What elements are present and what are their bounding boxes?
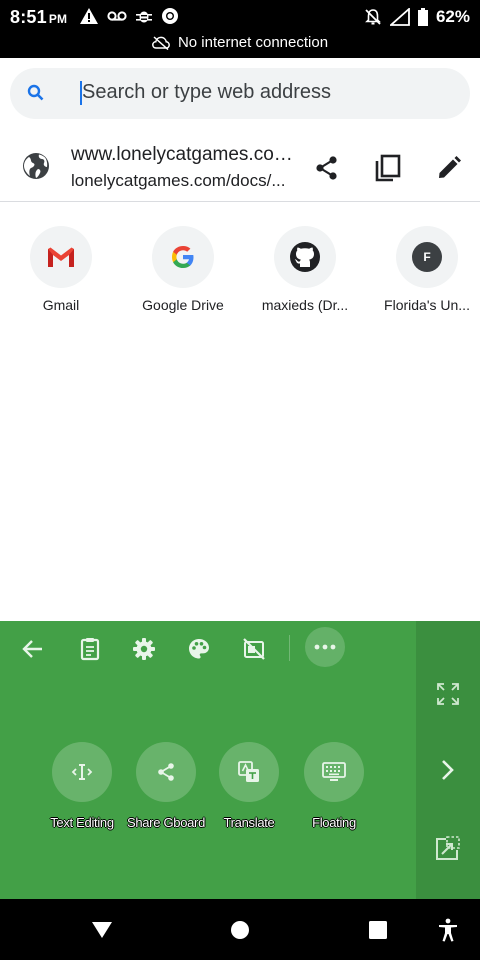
voicemail-icon <box>107 11 127 21</box>
pencil-icon <box>439 156 461 178</box>
chrome-icon <box>162 8 178 24</box>
next-page-button[interactable] <box>430 752 466 788</box>
keyboard-icon <box>322 762 346 781</box>
edit-button[interactable] <box>431 150 467 186</box>
clipboard-icon <box>80 638 100 661</box>
palette-icon <box>189 639 209 659</box>
tool-translate[interactable]: Translate <box>204 742 294 830</box>
share-icon <box>316 156 337 180</box>
notifications-muted-icon <box>365 9 381 25</box>
back-button[interactable] <box>16 635 48 663</box>
offline-text: No internet connection <box>177 34 329 51</box>
shortcut-floridas-un[interactable]: F Florida's Un... <box>366 226 480 313</box>
tool-icon-circle <box>219 742 279 802</box>
github-icon <box>290 242 320 272</box>
offline-banner: No internet connection <box>0 34 480 51</box>
arrow-back-icon <box>22 640 42 658</box>
clipboard-button[interactable] <box>74 635 106 663</box>
tool-label: Floating <box>312 815 356 830</box>
google-icon <box>172 246 194 268</box>
one-handed-button[interactable] <box>238 635 270 663</box>
nav-back-icon <box>92 922 112 938</box>
tool-icon-circle <box>52 742 112 802</box>
shortcut-maxieds[interactable]: maxieds (Dr... <box>244 226 366 313</box>
toolbar-divider <box>289 635 290 661</box>
shortcut-gmail[interactable]: Gmail <box>0 226 122 313</box>
theme-button[interactable] <box>183 635 215 663</box>
page-url: lonelycatgames.com/docs/... <box>71 171 286 190</box>
status-bar: 8:51 PM 62% No internet connection <box>0 0 480 58</box>
shortcut-icon-circle <box>152 226 214 288</box>
globe-icon <box>21 151 51 186</box>
gboard-keyboard: Text Editing Share Gboard Translate Floa… <box>0 621 480 899</box>
tool-label: Text Editing <box>50 815 114 830</box>
mirror-off-icon <box>243 638 265 660</box>
copy-button[interactable] <box>370 150 406 186</box>
battery-percent: 62% <box>435 7 470 26</box>
navigation-bar <box>0 899 480 960</box>
keyboard-side-panel <box>416 621 480 899</box>
shortcut-label: Google Drive <box>142 297 224 313</box>
gear-icon <box>133 638 155 660</box>
omnibox[interactable]: Search or type web address <box>10 68 470 119</box>
shortcut-google-drive[interactable]: Google Drive <box>122 226 244 313</box>
warning-icon <box>80 8 98 24</box>
tool-label: Share Gboard <box>126 815 206 830</box>
chevron-right-icon <box>442 760 454 780</box>
share-icon <box>158 763 174 781</box>
shortcut-icon-circle <box>274 226 336 288</box>
tool-share-gboard[interactable]: Share Gboard <box>121 742 211 830</box>
fullscreen-button[interactable] <box>430 676 466 712</box>
tool-label: Translate <box>223 815 275 830</box>
tool-icon-circle <box>304 742 364 802</box>
open-in-new-icon <box>436 836 460 860</box>
tool-floating[interactable]: Floating <box>289 742 379 830</box>
accessibility-button[interactable] <box>432 914 464 946</box>
copy-icon <box>375 154 401 182</box>
gmail-icon <box>48 247 74 267</box>
letter-f-text: F <box>423 250 431 264</box>
shortcut-label: Gmail <box>42 297 80 313</box>
notification-icons <box>80 6 179 26</box>
status-time: 8:51 PM <box>10 7 68 27</box>
letter-f-icon: F <box>412 242 442 272</box>
search-icon <box>26 83 46 108</box>
status-ampm: PM <box>48 12 68 26</box>
nav-recents-icon <box>369 921 387 939</box>
search-input[interactable]: Search or type web address <box>82 81 331 104</box>
cloud-off-icon <box>151 35 170 50</box>
tool-icon-circle <box>136 742 196 802</box>
nav-back-button[interactable] <box>86 914 118 946</box>
nav-home-button[interactable] <box>224 914 256 946</box>
shortcut-icon-circle <box>30 226 92 288</box>
settings-button[interactable] <box>128 635 160 663</box>
nav-recents-button[interactable] <box>362 914 394 946</box>
share-button[interactable] <box>309 150 345 186</box>
nav-home-icon <box>231 921 249 939</box>
shortcut-label: Florida's Un... <box>384 297 470 313</box>
current-page-info[interactable]: www.lonelycatgames.com/docs/... lonelyca… <box>0 136 480 202</box>
shortcut-label: maxieds (Dr... <box>261 297 349 313</box>
tool-text-editing[interactable]: Text Editing <box>37 742 127 830</box>
text-cursor-icon <box>71 764 93 780</box>
shortcut-icon-circle: F <box>396 226 458 288</box>
accessibility-icon <box>439 918 457 942</box>
page-title: www.lonelycatgames.com/docs/... <box>71 144 296 165</box>
bug-icon <box>136 11 152 23</box>
pop-out-button[interactable] <box>430 830 466 866</box>
more-options-button[interactable] <box>305 627 345 667</box>
expand-icon <box>437 683 459 705</box>
translate-icon <box>238 761 259 782</box>
signal-icon <box>389 8 410 26</box>
battery-icon <box>417 8 428 26</box>
system-icons: 62% <box>364 6 470 28</box>
more-horizontal-icon <box>314 644 336 650</box>
